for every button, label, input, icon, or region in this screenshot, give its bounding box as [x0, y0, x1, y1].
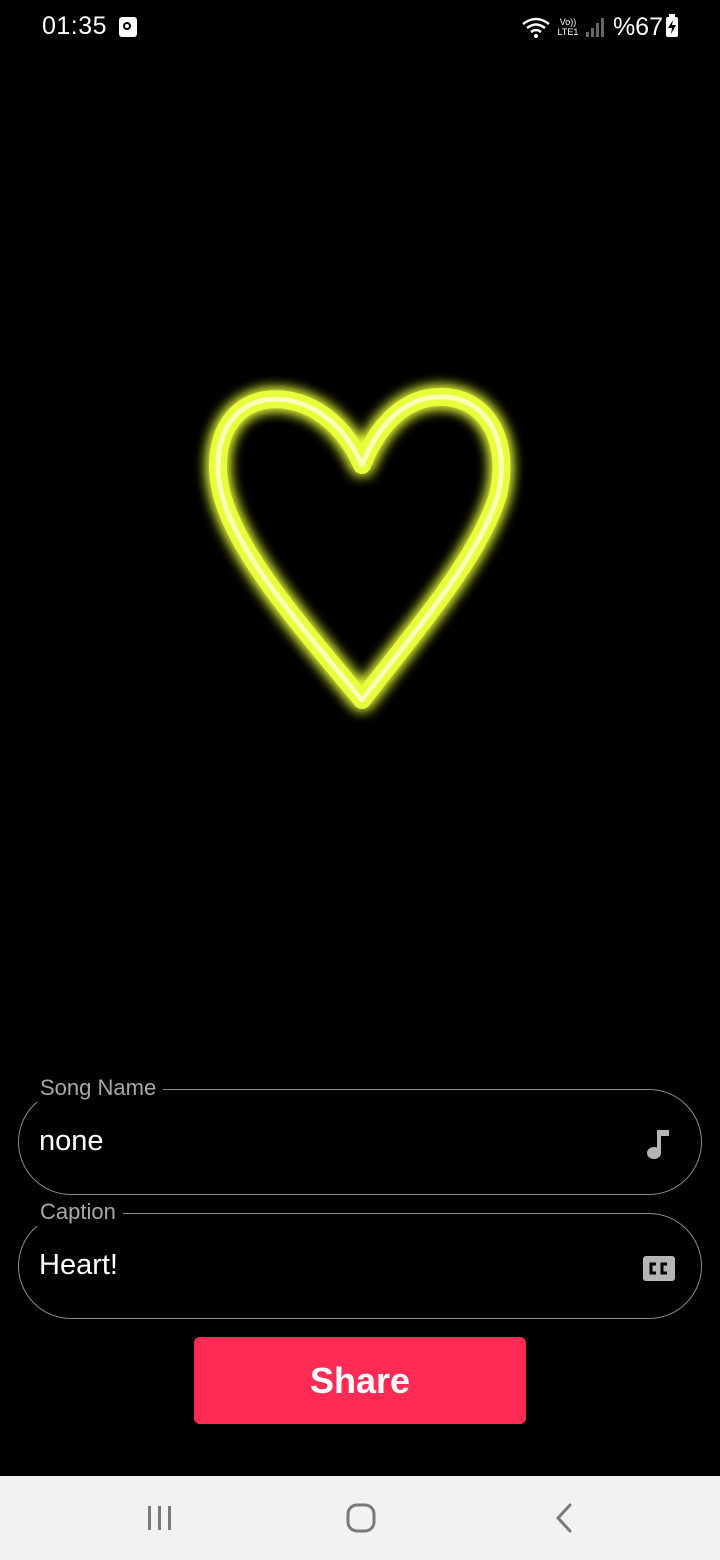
- back-icon[interactable]: [544, 1498, 584, 1538]
- song-name-field[interactable]: Song Name: [18, 1074, 702, 1195]
- volte-label-top: Vo)): [559, 17, 577, 27]
- status-bar: 01:35 Vo)) LTE1 %67: [0, 0, 720, 56]
- home-icon[interactable]: [341, 1498, 381, 1538]
- caption-input[interactable]: [39, 1247, 599, 1283]
- caption-field[interactable]: Caption: [18, 1198, 702, 1319]
- navigation-bar: [0, 1476, 720, 1560]
- status-indicators: Vo)) LTE1 %67: [521, 12, 678, 42]
- closed-caption-icon: [643, 1256, 675, 1281]
- wifi-icon: [522, 17, 550, 38]
- battery-charging-icon: [666, 14, 678, 37]
- heart-outline: [209, 387, 511, 709]
- heart-artwork: [209, 387, 511, 709]
- battery-percentage: %67: [612, 12, 663, 41]
- volte-icon: Vo)) LTE1: [555, 17, 581, 37]
- music-note-icon: [647, 1130, 669, 1159]
- status-time: 01:35: [42, 12, 108, 40]
- notification-icon: [119, 17, 137, 37]
- share-button[interactable]: Share: [194, 1337, 526, 1424]
- song-name-input[interactable]: [39, 1123, 599, 1159]
- caption-label: Caption: [33, 1198, 123, 1226]
- song-name-label: Song Name: [33, 1074, 164, 1102]
- recents-icon[interactable]: [140, 1498, 180, 1538]
- volte-label-bottom: LTE1: [557, 27, 579, 37]
- signal-icon: [585, 18, 604, 37]
